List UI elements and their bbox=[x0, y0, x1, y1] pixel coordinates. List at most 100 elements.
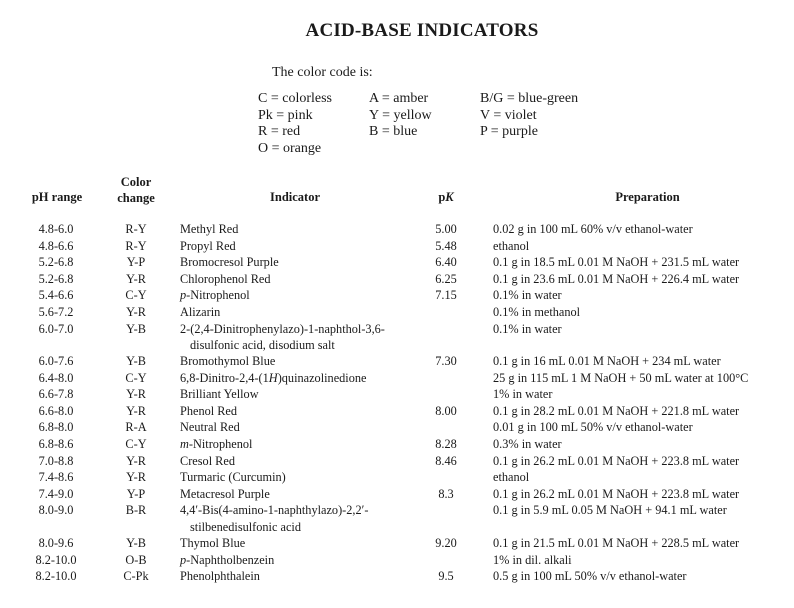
indicator-name: Brilliant Yellow bbox=[180, 386, 259, 403]
ph-range-cell: 5.2-6.8 bbox=[38, 255, 74, 270]
ph-range-cell: 5.6-7.2 bbox=[38, 304, 74, 319]
pk-cell: 7.15 bbox=[435, 288, 457, 303]
indicator-name: 4,4′-Bis(4-amino-1-naphthylazo)-2,2′- bbox=[180, 502, 368, 519]
color-change-cell: R-Y bbox=[125, 222, 147, 236]
color-code-entry: V = violet bbox=[480, 107, 537, 123]
table-row: 8.0-9.0 B-R 4,4′-Bis(4-amino-1-naphthylazo… bbox=[0, 502, 794, 535]
indicator-label: 2-(2,4-Dinitrophenylazo)-1-naphthol-3,6- bbox=[180, 321, 385, 336]
ph-range-cell: 8.0-9.0 bbox=[38, 503, 74, 518]
indicator-name: Bromocresol Purple bbox=[180, 254, 279, 271]
ph-range-cell: 7.4-8.6 bbox=[38, 470, 74, 485]
pk-cell: 9.20 bbox=[435, 535, 457, 550]
indicator-label: Neutral Red bbox=[180, 420, 240, 435]
ph-range-cell: 4.8-6.0 bbox=[38, 222, 74, 236]
preparation-cell: ethanol bbox=[493, 470, 530, 485]
indicator-prefix: m bbox=[180, 437, 189, 452]
indicator-label: Phenol Red bbox=[180, 403, 238, 418]
color-change-cell: Y-R bbox=[126, 271, 146, 286]
pk-cell: 5.48 bbox=[435, 238, 457, 253]
preparation-cell: 0.1 g in 16 mL 0.01 M NaOH + 234 mL wate… bbox=[493, 354, 721, 369]
table-row: 5.2-6.8 Y-R Chlorophenol Red 6.25 0.1 g in 2… bbox=[0, 271, 794, 288]
color-code-entry: O = orange bbox=[258, 140, 322, 156]
indicator-name: Chlorophenol Red bbox=[180, 271, 271, 288]
color-code-entry: B/G = blue-green bbox=[480, 91, 579, 106]
ph-range-cell: 5.2-6.8 bbox=[38, 271, 74, 286]
color-code-entry: R = red bbox=[258, 124, 301, 139]
indicator-label: -Nitrophenol bbox=[188, 437, 253, 452]
color-change-cell: Y-R bbox=[126, 470, 146, 485]
ph-range-cell: 6.0-7.0 bbox=[38, 321, 74, 336]
indicator-label: Propyl Red bbox=[180, 238, 236, 253]
indicator-cell: Turmaric (Curcumin) bbox=[180, 469, 286, 486]
color-code-column-2: A = amber Y = yellow B = blue bbox=[369, 91, 432, 141]
indicator-name-continuation: disulfonic acid, disodium salt bbox=[190, 338, 335, 353]
table-row: 4.8-6.6 R-Y Propyl Red 5.48 ethanol bbox=[0, 238, 794, 255]
color-code-entry: C = colorless bbox=[258, 91, 332, 106]
indicator-label: Thymol Blue bbox=[180, 535, 246, 550]
color-change-cell: O-B bbox=[125, 552, 147, 567]
color-change-cell: B-R bbox=[125, 503, 147, 518]
preparation-cell: 0.5 g in 100 mL 50% v/v ethanol-water bbox=[493, 569, 687, 584]
indicator-name: p-Nitrophenol bbox=[180, 287, 250, 304]
indicator-label: 6,8-Dinitro-2,4-(1H)quinazolinedione bbox=[180, 370, 367, 385]
preparation-cell: 0.1% in water bbox=[493, 288, 562, 303]
indicator-cell: 4,4′-Bis(4-amino-1-naphthylazo)-2,2′- sti… bbox=[180, 502, 368, 535]
indicator-label: Cresol Red bbox=[180, 453, 235, 468]
indicator-name: Methyl Red bbox=[180, 221, 238, 238]
color-change-cell: Y-R bbox=[126, 403, 146, 418]
indicator-label: Methyl Red bbox=[180, 222, 239, 236]
table-row: 6.8-8.6 C-Y m-Nitrophenol 8.28 0.3% in water bbox=[0, 436, 794, 453]
ph-range-cell: 6.8-8.6 bbox=[38, 437, 74, 452]
indicator-cell: Chlorophenol Red bbox=[180, 271, 271, 288]
ph-range-cell: 6.0-7.6 bbox=[38, 354, 74, 369]
indicator-name: Turmaric (Curcumin) bbox=[180, 469, 286, 486]
indicator-label: Alizarin bbox=[180, 304, 221, 319]
color-change-cell: Y-R bbox=[126, 387, 146, 402]
preparation-cell: 0.1 g in 5.9 mL 0.05 M NaOH + 94.1 mL wa… bbox=[493, 503, 727, 518]
color-change-cell: C-Y bbox=[125, 288, 147, 303]
indicator-label: -Naphtholbenzein bbox=[186, 552, 275, 567]
ph-range-cell: 7.4-9.0 bbox=[38, 486, 74, 501]
indicator-cell: Brilliant Yellow bbox=[180, 386, 259, 403]
ph-range-cell: 8.0-9.6 bbox=[38, 535, 74, 550]
table-row: 5.2-6.8 Y-P Bromocresol Purple 6.40 0.1 g in… bbox=[0, 254, 794, 271]
indicator-cell: Bromocresol Purple bbox=[180, 254, 279, 271]
ph-range-cell: 5.4-6.6 bbox=[38, 288, 74, 303]
table-row: 8.2-10.0 O-B p-Naphtholbenzein 1% in dil. a… bbox=[0, 552, 794, 569]
header-pk: pK bbox=[430, 189, 462, 205]
color-change-cell: Y-P bbox=[126, 486, 146, 501]
indicator-name: Thymol Blue bbox=[180, 535, 245, 552]
header-color-change-line2: change bbox=[117, 191, 155, 205]
color-change-cell: Y-B bbox=[126, 354, 146, 369]
preparation-cell: 0.1% in methanol bbox=[493, 304, 581, 319]
color-code-column-1: C = colorless Pk = pink R = red O = oran… bbox=[258, 91, 332, 157]
color-code-entry: Y = yellow bbox=[369, 107, 432, 123]
indicator-cell: Phenol Red bbox=[180, 403, 237, 420]
preparation-cell: ethanol bbox=[493, 238, 530, 253]
indicator-name: Propyl Red bbox=[180, 238, 236, 255]
indicator-label: 4,4′-Bis(4-amino-1-naphthylazo)-2,2′- bbox=[180, 503, 369, 518]
color-code-column-3: B/G = blue-green V = violet P = purple bbox=[480, 91, 578, 141]
ph-range-cell: 8.2-10.0 bbox=[35, 569, 77, 584]
ph-range-cell: 4.8-6.6 bbox=[38, 238, 74, 253]
ph-range-cell: 8.2-10.0 bbox=[35, 552, 77, 567]
color-change-cell: Y-R bbox=[126, 453, 146, 468]
indicator-cell: 2-(2,4-Dinitrophenylazo)-1-naphthol-3,6-… bbox=[180, 321, 385, 354]
color-change-cell: R-A bbox=[125, 420, 147, 435]
preparation-cell: 1% in water bbox=[493, 387, 553, 402]
header-color-change-line1: Color bbox=[120, 175, 152, 189]
ph-range-cell: 6.8-8.0 bbox=[38, 420, 74, 435]
header-pk-k: K bbox=[445, 190, 454, 204]
indicator-cell: Bromothymol Blue bbox=[180, 353, 275, 370]
preparation-cell: 0.1 g in 21.5 mL 0.01 M NaOH + 228.5 mL … bbox=[493, 535, 740, 550]
indicator-label: Phenolphthalein bbox=[180, 569, 260, 584]
preparation-cell: 0.1 g in 26.2 mL 0.01 M NaOH + 223.8 mL … bbox=[493, 453, 740, 468]
pk-cell: 6.40 bbox=[435, 255, 457, 270]
preparation-cell: 0.3% in water bbox=[493, 437, 562, 452]
table-row: 8.0-9.6 Y-B Thymol Blue 9.20 0.1 g in 21.5 m… bbox=[0, 535, 794, 552]
indicator-name: Metacresol Purple bbox=[180, 486, 270, 503]
table-row: 6.0-7.6 Y-B Bromothymol Blue 7.30 0.1 g in 1… bbox=[0, 353, 794, 370]
indicator-name: Cresol Red bbox=[180, 453, 235, 470]
color-change-cell: Y-B bbox=[126, 535, 146, 550]
indicator-cell: Cresol Red bbox=[180, 453, 235, 470]
